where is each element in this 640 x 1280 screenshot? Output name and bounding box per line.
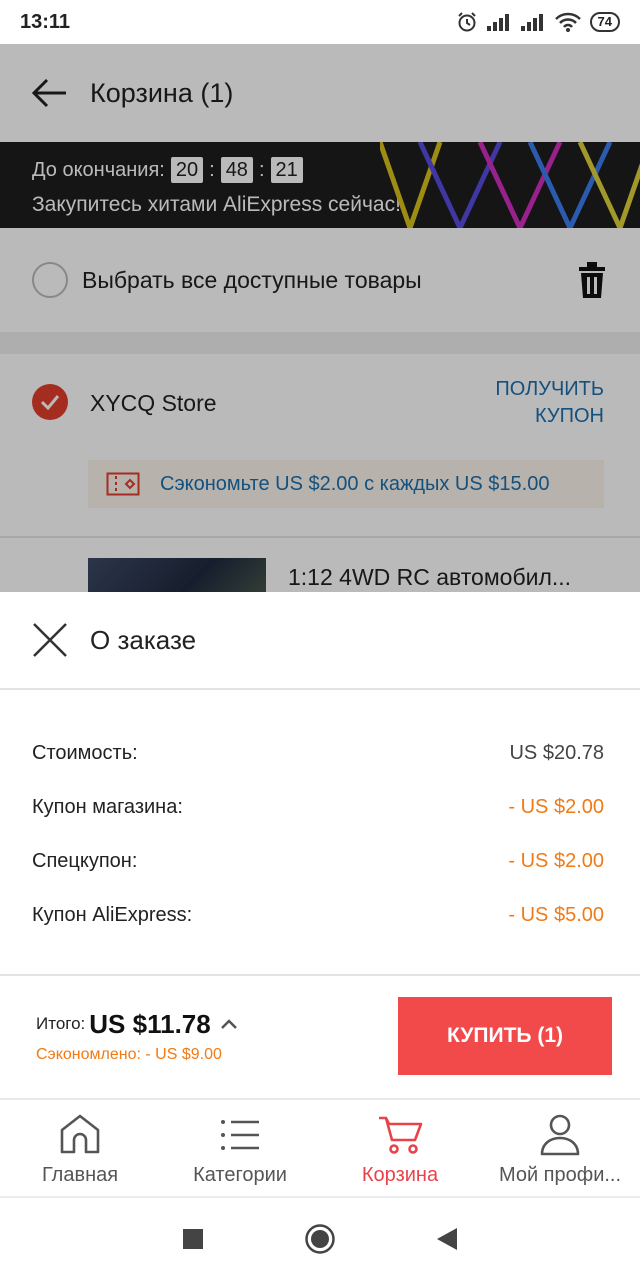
price-value: US $20.78 xyxy=(509,741,604,764)
price-value: - US $2.00 xyxy=(508,795,604,818)
checkout-footer: Итого: US $11.78 Сэкономлено: - US $9.00… xyxy=(0,976,640,1096)
nav-item-cart[interactable]: Корзина xyxy=(320,1100,480,1196)
price-label: Купон магазина: xyxy=(32,795,183,818)
price-row-special-coupon: Спецкупон: - US $2.00 xyxy=(32,834,604,888)
panel-header: О заказе xyxy=(0,592,640,690)
back-button-icon[interactable] xyxy=(436,1227,458,1251)
signal-icon xyxy=(486,14,509,31)
buy-button[interactable]: КУПИТЬ (1) xyxy=(398,997,612,1075)
nav-label: Мой профи... xyxy=(498,1164,622,1186)
home-button-icon[interactable] xyxy=(304,1223,336,1255)
cart-icon xyxy=(379,1116,423,1154)
nav-label: Главная xyxy=(41,1164,119,1186)
signal-icon-2 xyxy=(520,14,543,31)
chevron-up-icon[interactable] xyxy=(219,1017,239,1031)
bottom-nav: Главная Категории Корзина Мой профи... xyxy=(0,1098,640,1196)
price-value: - US $5.00 xyxy=(508,903,604,926)
wifi-icon xyxy=(554,12,581,32)
status-time: 13:11 xyxy=(20,10,71,33)
battery-indicator: 74 xyxy=(589,12,620,32)
status-icons: 74 xyxy=(456,11,620,33)
price-label: Спецкупон: xyxy=(32,849,138,872)
alarm-icon xyxy=(457,12,476,32)
price-value: - US $2.00 xyxy=(508,849,604,872)
price-row-cost: Стоимость: US $20.78 xyxy=(32,726,604,780)
total-value: US $11.78 xyxy=(89,1008,211,1039)
total-label: Итого: xyxy=(36,1014,86,1033)
panel-title: О заказе xyxy=(90,624,197,655)
total-line: Итого: US $11.78 xyxy=(36,1009,398,1040)
list-icon xyxy=(221,1120,259,1150)
profile-icon xyxy=(540,1114,580,1156)
nav-item-home[interactable]: Главная xyxy=(0,1100,160,1196)
recents-icon[interactable] xyxy=(182,1228,204,1250)
home-icon xyxy=(60,1114,100,1154)
price-row-store-coupon: Купон магазина: - US $2.00 xyxy=(32,780,604,834)
nav-item-categories[interactable]: Категории xyxy=(160,1100,320,1196)
price-label: Купон AliExpress: xyxy=(32,903,193,926)
price-label: Стоимость: xyxy=(32,741,138,764)
order-summary-panel: О заказе Стоимость: US $20.78 Купон мага… xyxy=(0,592,640,1098)
status-bar: 13:11 74 xyxy=(0,0,640,44)
nav-item-profile[interactable]: Мой профи... xyxy=(480,1100,640,1196)
price-row-aliexpress-coupon: Купон AliExpress: - US $5.00 xyxy=(32,888,604,942)
nav-label: Корзина xyxy=(361,1164,439,1186)
dim-overlay[interactable] xyxy=(0,44,640,592)
nav-label: Категории xyxy=(193,1164,287,1186)
close-icon[interactable] xyxy=(32,622,68,658)
price-breakdown: Стоимость: US $20.78 Купон магазина: - U… xyxy=(0,690,640,976)
system-nav-bar xyxy=(0,1196,640,1280)
total-block[interactable]: Итого: US $11.78 Сэкономлено: - US $9.00 xyxy=(36,1009,398,1064)
saved-amount: Сэкономлено: - US $9.00 xyxy=(36,1045,222,1063)
